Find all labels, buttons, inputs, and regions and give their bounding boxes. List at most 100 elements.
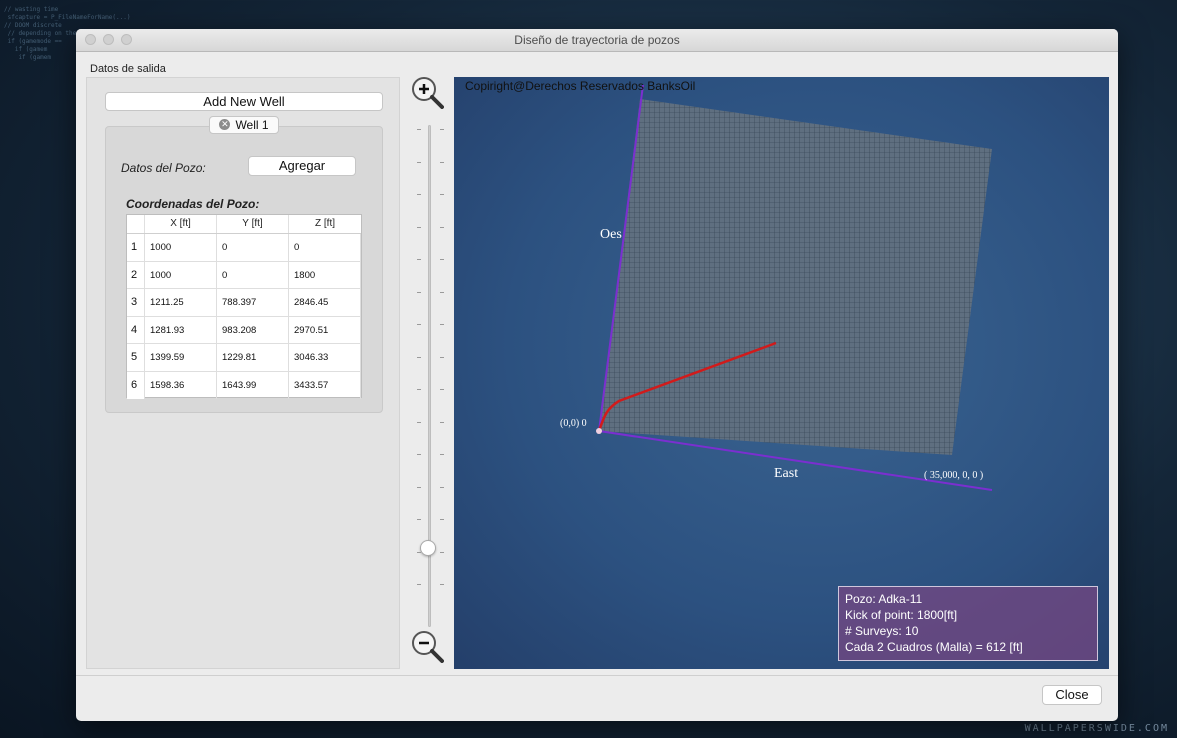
slider-tick xyxy=(417,356,421,358)
cell-y[interactable]: 0 xyxy=(217,261,289,288)
slider-tick xyxy=(440,129,444,130)
table-row[interactable]: 6 1598.36 1643.99 3433.57 xyxy=(127,371,361,399)
datos-del-pozo-label: Datos del Pozo: xyxy=(121,161,206,175)
output-panel: Add New Well Datos del Pozo: Agregar Coo… xyxy=(86,77,400,669)
slider-tick xyxy=(417,161,421,163)
well-tab[interactable]: ✕ Well 1 xyxy=(209,116,279,134)
trajectory-viewport[interactable]: Copiright@Derechos Reservados BanksOil O… xyxy=(454,77,1109,669)
app-window: Diseño de trayectoria de pozos Datos de … xyxy=(76,29,1118,721)
cell-y[interactable]: 1229.81 xyxy=(217,344,289,371)
row-number: 5 xyxy=(127,344,145,371)
column-header-x: X [ft] xyxy=(145,215,217,233)
column-header-z: Z [ft] xyxy=(315,218,335,229)
close-button[interactable]: Close xyxy=(1042,685,1102,705)
cell-x[interactable]: 1000 xyxy=(145,234,217,261)
coordenadas-label: Coordenadas del Pozo: xyxy=(126,197,260,211)
tab-close-icon[interactable]: ✕ xyxy=(219,119,231,131)
cell-y[interactable]: 788.397 xyxy=(217,289,289,316)
slider-tick xyxy=(440,324,444,325)
row-number: 4 xyxy=(127,316,145,343)
row-number: 3 xyxy=(127,289,145,316)
slider-tick xyxy=(417,454,421,455)
cell-z[interactable]: 2846.45 xyxy=(289,289,361,316)
zoom-out-button[interactable] xyxy=(410,629,444,663)
slider-tick xyxy=(440,194,444,195)
column-header-y: Y [ft] xyxy=(217,215,289,233)
slider-tick xyxy=(417,421,421,423)
wallpaper-watermark: WALLPAPERSWIDE.COM xyxy=(1024,723,1169,734)
table-row[interactable]: 3 1211.25 788.397 2846.45 xyxy=(127,289,361,317)
slider-tick xyxy=(417,551,421,553)
cell-z[interactable]: 2970.51 xyxy=(289,316,361,343)
table-row[interactable]: 4 1281.93 983.208 2970.51 xyxy=(127,316,361,344)
coordinates-table: X [ft] Y [ft] Z [ft] 1 1000 0 0 2 1000 0… xyxy=(126,214,362,399)
slider-tick xyxy=(440,486,444,488)
grid-mesh xyxy=(599,99,992,455)
cell-x[interactable]: 1000 xyxy=(145,261,217,288)
copyright-label: Copiright@Derechos Reservados BanksOil xyxy=(465,79,696,93)
slider-tick xyxy=(417,324,421,325)
table-header: X [ft] Y [ft] Z [ft] xyxy=(127,215,361,234)
cell-z[interactable]: 3433.57 xyxy=(289,371,361,399)
slider-tick xyxy=(417,129,421,130)
slider-tick xyxy=(440,421,444,423)
corner-header xyxy=(127,215,145,233)
add-new-well-button[interactable]: Add New Well xyxy=(105,92,383,111)
slider-tick xyxy=(417,486,421,488)
slider-tick xyxy=(440,551,444,553)
slider-tick xyxy=(417,584,421,585)
zoom-out-icon xyxy=(412,631,444,663)
cell-z[interactable]: 0 xyxy=(289,234,361,261)
window-title: Diseño de trayectoria de pozos xyxy=(514,33,680,47)
slider-tick xyxy=(440,291,444,293)
well-head-marker xyxy=(596,428,602,434)
cell-z[interactable]: 3046.33 xyxy=(289,344,361,371)
agregar-button[interactable]: Agregar xyxy=(248,156,356,176)
info-surveys: # Surveys: 10 xyxy=(845,624,919,638)
trajectory-canvas xyxy=(596,84,993,491)
info-kick: Kick of point: 1800[ft] xyxy=(845,608,958,622)
slider-tick xyxy=(440,584,444,585)
table-row[interactable]: 1 1000 0 0 xyxy=(127,234,361,262)
row-number: 2 xyxy=(127,261,145,288)
slider-tick xyxy=(417,226,421,228)
east-axis-label: East xyxy=(774,466,799,481)
zoom-in-icon xyxy=(412,77,444,109)
slider-tick xyxy=(417,259,421,260)
row-number: 6 xyxy=(127,371,145,399)
row-number: 1 xyxy=(127,234,145,261)
slider-tick xyxy=(440,259,444,260)
title-bar[interactable]: Diseño de trayectoria de pozos xyxy=(76,29,1118,52)
slider-tick xyxy=(440,519,444,520)
slider-tick xyxy=(417,389,421,390)
well-info-box: Pozo: Adka-11 Kick of point: 1800[ft] # … xyxy=(838,586,1098,661)
slider-tick xyxy=(440,356,444,358)
cell-x[interactable]: 1281.93 xyxy=(145,316,217,343)
table-row[interactable]: 2 1000 0 1800 xyxy=(127,261,361,289)
cell-y[interactable]: 0 xyxy=(217,234,289,261)
zoom-slider-thumb[interactable] xyxy=(420,540,436,556)
cell-y[interactable]: 1643.99 xyxy=(217,371,289,399)
zoom-in-button[interactable] xyxy=(410,75,444,109)
footer-divider xyxy=(76,675,1118,676)
table-row[interactable]: 5 1399.59 1229.81 3046.33 xyxy=(127,344,361,372)
info-malla: Cada 2 Cuadros (Malla) = 612 [ft] xyxy=(845,640,1023,654)
slider-tick xyxy=(440,226,444,228)
cell-y[interactable]: 983.208 xyxy=(217,316,289,343)
origin-label: (0,0) 0 xyxy=(560,418,587,429)
section-label: Datos de salida xyxy=(90,63,166,75)
cell-x[interactable]: 1598.36 xyxy=(145,371,217,399)
slider-tick xyxy=(440,389,444,390)
slider-tick xyxy=(417,291,421,293)
slider-tick xyxy=(417,194,421,195)
cell-x[interactable]: 1399.59 xyxy=(145,344,217,371)
well-tab-label: Well 1 xyxy=(235,118,269,132)
well-panel: Datos del Pozo: Agregar Coordenadas del … xyxy=(105,126,383,413)
corner-coordinate-label: ( 35,000, 0, 0 ) xyxy=(924,470,984,481)
info-pozo: Pozo: Adka-11 xyxy=(845,592,923,606)
cell-x[interactable]: 1211.25 xyxy=(145,289,217,316)
west-axis-label: Oes xyxy=(600,227,622,242)
cell-z[interactable]: 1800 xyxy=(289,261,361,288)
slider-tick xyxy=(417,519,421,520)
slider-tick xyxy=(440,161,444,163)
